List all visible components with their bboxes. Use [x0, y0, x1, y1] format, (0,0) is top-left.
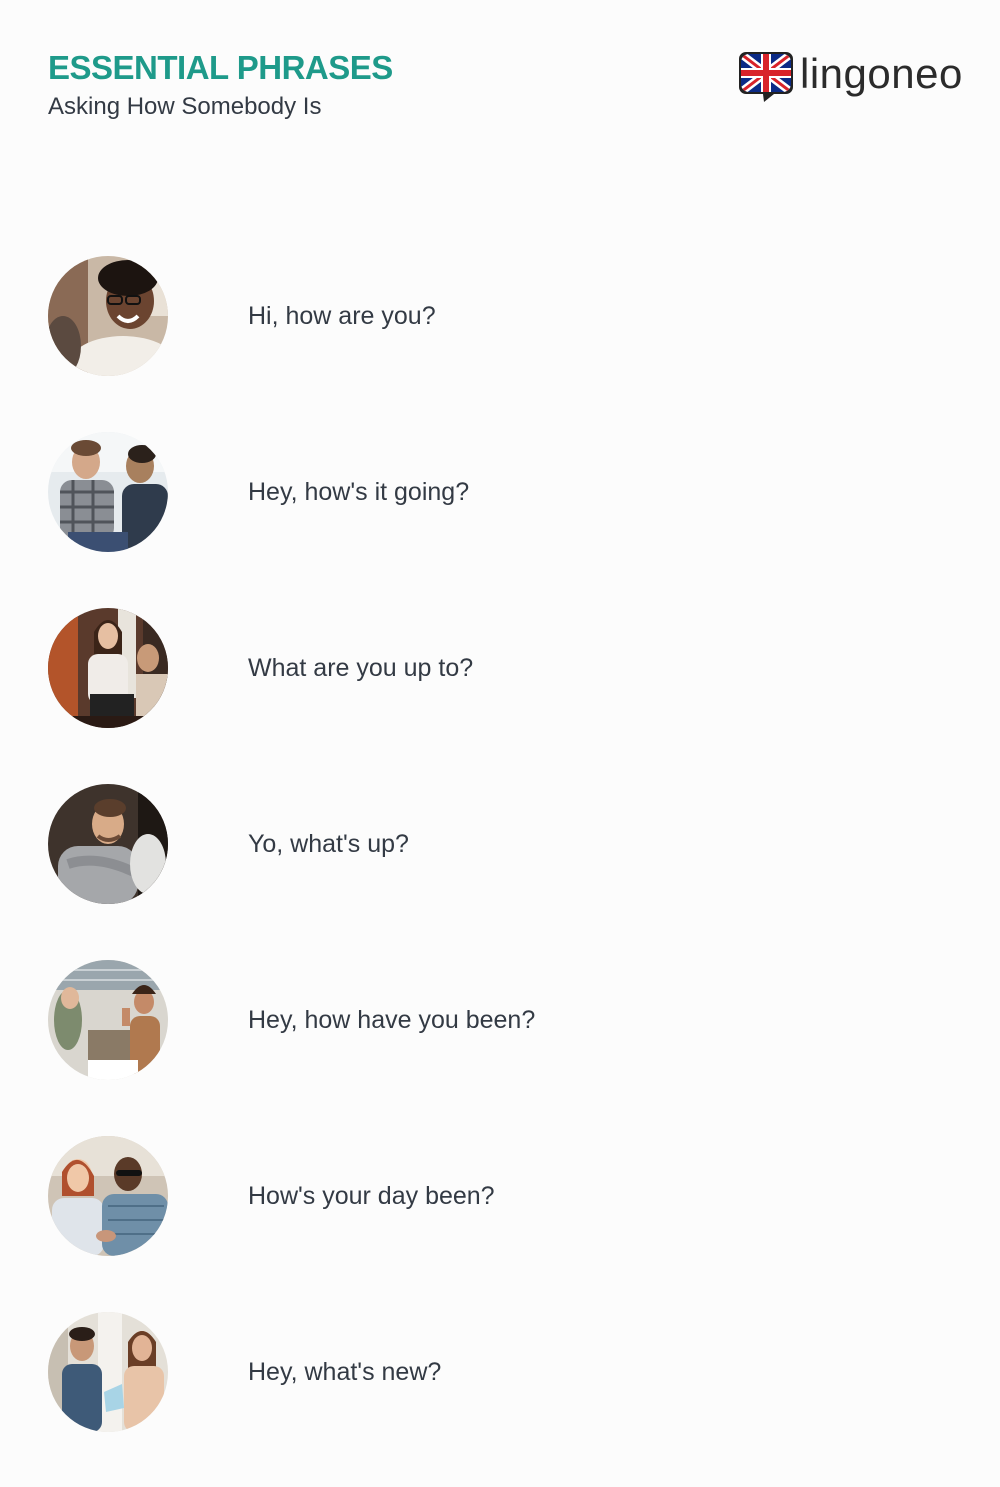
smiling-woman-with-glasses-photo	[48, 256, 168, 376]
phrase-item: How's your day been?	[48, 1136, 952, 1256]
men-hugging-photo	[48, 784, 168, 904]
phrase-item: Hey, what's new?	[48, 1312, 952, 1432]
phrase-item: Hi, how are you?	[48, 256, 952, 376]
page-title: ESSENTIAL PHRASES	[48, 49, 393, 86]
page-subtitle: Asking How Somebody Is	[48, 93, 322, 120]
phrase-text: Hey, how have you been?	[248, 1006, 536, 1034]
phrase-item: Hey, how have you been?	[48, 960, 952, 1080]
phrase-text: Hey, what's new?	[248, 1358, 442, 1386]
phrase-item: Yo, what's up?	[48, 784, 952, 904]
coworkers-waving-photo	[48, 960, 168, 1080]
colleagues-in-office-photo	[48, 1312, 168, 1432]
phrase-text: What are you up to?	[248, 654, 474, 682]
phrase-item: Hey, how's it going?	[48, 432, 952, 552]
office-handshake-photo	[48, 1136, 168, 1256]
phrase-text: Hey, how's it going?	[248, 478, 470, 506]
phrase-item: What are you up to?	[48, 608, 952, 728]
two-men-talking-photo	[48, 432, 168, 552]
lingoneo-logo[interactable]: lingoneo	[738, 48, 962, 106]
header: ESSENTIAL PHRASES Asking How Somebody Is	[48, 48, 393, 122]
phrase-text: Yo, what's up?	[248, 830, 409, 858]
women-at-cafe-with-laptop-photo	[48, 608, 168, 728]
phrase-text: How's your day been?	[248, 1182, 495, 1210]
uk-flag-speech-bubble-icon	[739, 52, 793, 102]
logo-text: lingoneo	[800, 50, 963, 97]
phrase-text: Hi, how are you?	[248, 302, 436, 330]
